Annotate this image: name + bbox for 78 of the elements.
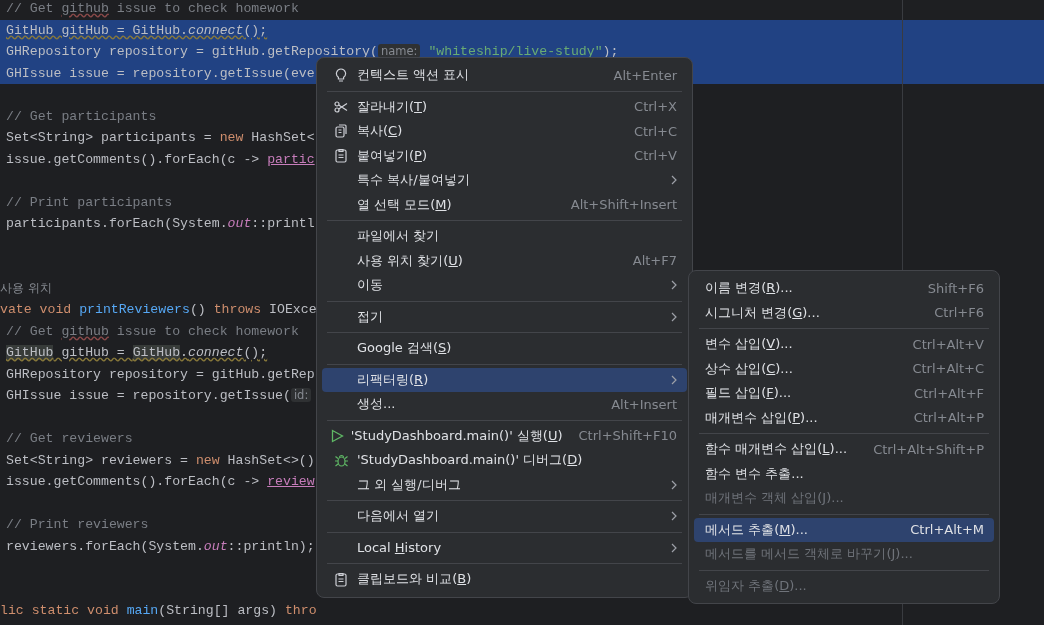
- shortcut-text: Ctrl+Shift+F10: [578, 428, 677, 444]
- menu-item[interactable]: 메서드 추출(M)... Ctrl+Alt+M: [694, 517, 994, 542]
- bug-icon: [333, 452, 349, 468]
- menu-item[interactable]: 함수 매개변수 삽입(L)... Ctrl+Alt+Shift+P: [694, 437, 994, 462]
- chevron-icon: [671, 374, 677, 385]
- code-line: GitHub gitHub = GitHub.connect();: [6, 21, 268, 40]
- menu-item[interactable]: 접기: [322, 304, 687, 329]
- code-line: // Get participants: [6, 107, 157, 126]
- menu-item[interactable]: 'StudyDashboard.main()' 실행(U) Ctrl+Shift+F10: [322, 423, 687, 448]
- shortcut-text: Alt+Insert: [611, 396, 677, 412]
- clipboard-icon: [335, 148, 347, 164]
- shortcut-text: Alt+Enter: [613, 67, 677, 83]
- chevron-icon: [671, 280, 677, 291]
- shortcut-text: Ctrl+X: [634, 99, 677, 115]
- code-line: // Print participants: [6, 193, 173, 212]
- code-line: issue.getComments().forEach(c -> partic: [6, 150, 315, 169]
- chevron-icon: [671, 511, 677, 522]
- menu-item[interactable]: 클립보드와 비교(B): [322, 567, 687, 592]
- menu-item[interactable]: 이동: [322, 273, 687, 298]
- play-icon: [331, 428, 345, 443]
- copy-icon: [335, 124, 347, 139]
- menu-item[interactable]: Local History: [322, 535, 687, 560]
- usages-hint[interactable]: 사용 위치: [0, 280, 52, 295]
- menu-item[interactable]: 변수 삽입(V)... Ctrl+Alt+V: [694, 332, 994, 357]
- menu-item[interactable]: 리팩터링(R): [322, 367, 687, 392]
- menu-item[interactable]: 필드 삽입(F)... Ctrl+Alt+F: [694, 381, 994, 406]
- shortcut-text: Ctrl+Alt+Shift+P: [873, 441, 984, 457]
- menu-item[interactable]: 열 선택 모드(M) Alt+Shift+Insert: [322, 192, 687, 217]
- shortcut-text: Alt+F7: [632, 253, 677, 269]
- shortcut-text: Ctrl+Alt+P: [913, 410, 984, 426]
- code-line: Set<String> reviewers = new HashSet<>(): [6, 451, 315, 470]
- code-line: GHIssue issue = repository.getIssue( id:: [6, 385, 320, 407]
- chevron-icon: [671, 479, 677, 490]
- scissors-icon: [334, 100, 348, 113]
- code-line: reviewers.forEach(System.out::println);: [6, 537, 315, 556]
- code-line: // Print reviewers: [6, 516, 149, 534]
- shortcut-text: Ctrl+Alt+V: [912, 336, 984, 352]
- code-line: issue.getComments().forEach(c -> review: [6, 473, 315, 491]
- menu-item[interactable]: 복사(C) Ctrl+C: [322, 119, 687, 144]
- chevron-icon: [671, 542, 677, 553]
- menu-item[interactable]: 파일에서 찾기: [322, 224, 687, 249]
- code-line: // Get github issue to check homework: [6, 322, 299, 341]
- shortcut-text: Ctrl+Alt+F: [914, 385, 984, 401]
- code-line: // Get reviewers: [6, 430, 133, 448]
- menu-item[interactable]: 상수 삽입(C)... Ctrl+Alt+C: [694, 356, 994, 381]
- code-line: GHIssue issue = repository.getIssue(eve: [6, 64, 315, 83]
- shortcut-text: Ctrl+Alt+C: [912, 361, 984, 377]
- menu-item[interactable]: 시그니처 변경(G)... Ctrl+F6: [694, 300, 994, 325]
- menu-item[interactable]: 특수 복사/붙여넣기: [322, 168, 687, 193]
- menu-item[interactable]: 다음에서 열기: [322, 504, 687, 529]
- chevron-icon: [671, 175, 677, 186]
- code-line: participants.forEach(System.out::printl: [6, 215, 315, 233]
- code-line: Set<String> participants = new HashSet<: [6, 129, 315, 147]
- shortcut-text: Shift+F6: [927, 280, 984, 296]
- menu-item[interactable]: 생성... Alt+Insert: [322, 392, 687, 417]
- menu-item[interactable]: 잘라내기(T) Ctrl+X: [322, 94, 687, 119]
- menu-item[interactable]: 함수 변수 추출...: [694, 461, 994, 486]
- code-line: GitHub gitHub = GitHub.connect();: [6, 344, 268, 362]
- shortcut-text: Ctrl+C: [633, 123, 677, 139]
- lightbulb-icon: [335, 67, 347, 83]
- menu-item[interactable]: 이름 변경(R)... Shift+F6: [694, 276, 994, 301]
- shortcut-text: Ctrl+V: [634, 148, 677, 164]
- shortcut-text: Alt+Shift+Insert: [570, 197, 677, 213]
- shortcut-text: Ctrl+Alt+M: [910, 522, 984, 538]
- chevron-icon: [671, 311, 677, 322]
- code-line: GHRepository repository = gitHub.getRep: [6, 365, 315, 384]
- menu-item[interactable]: 매개변수 삽입(P)... Ctrl+Alt+P: [694, 405, 994, 430]
- code-line: vate void printReviewers() throws IOExce: [0, 301, 317, 319]
- menu-item[interactable]: 컨텍스트 액션 표시 Alt+Enter: [322, 63, 687, 88]
- menu-item[interactable]: 사용 위치 찾기(U) Alt+F7: [322, 248, 687, 273]
- menu-item[interactable]: 'StudyDashboard.main()' 디버그(D): [322, 448, 687, 473]
- shortcut-text: Ctrl+F6: [934, 305, 984, 321]
- code-line: // Get github issue to check homework: [6, 0, 299, 18]
- code-line: lic static void main(String[] args) thro: [0, 602, 317, 620]
- menu-item[interactable]: 그 외 실행/디버그: [322, 472, 687, 497]
- menu-item[interactable]: Google 검색(S): [322, 336, 687, 361]
- menu-item[interactable]: 붙여넣기(P) Ctrl+V: [322, 143, 687, 168]
- clipboard-icon: [335, 571, 347, 587]
